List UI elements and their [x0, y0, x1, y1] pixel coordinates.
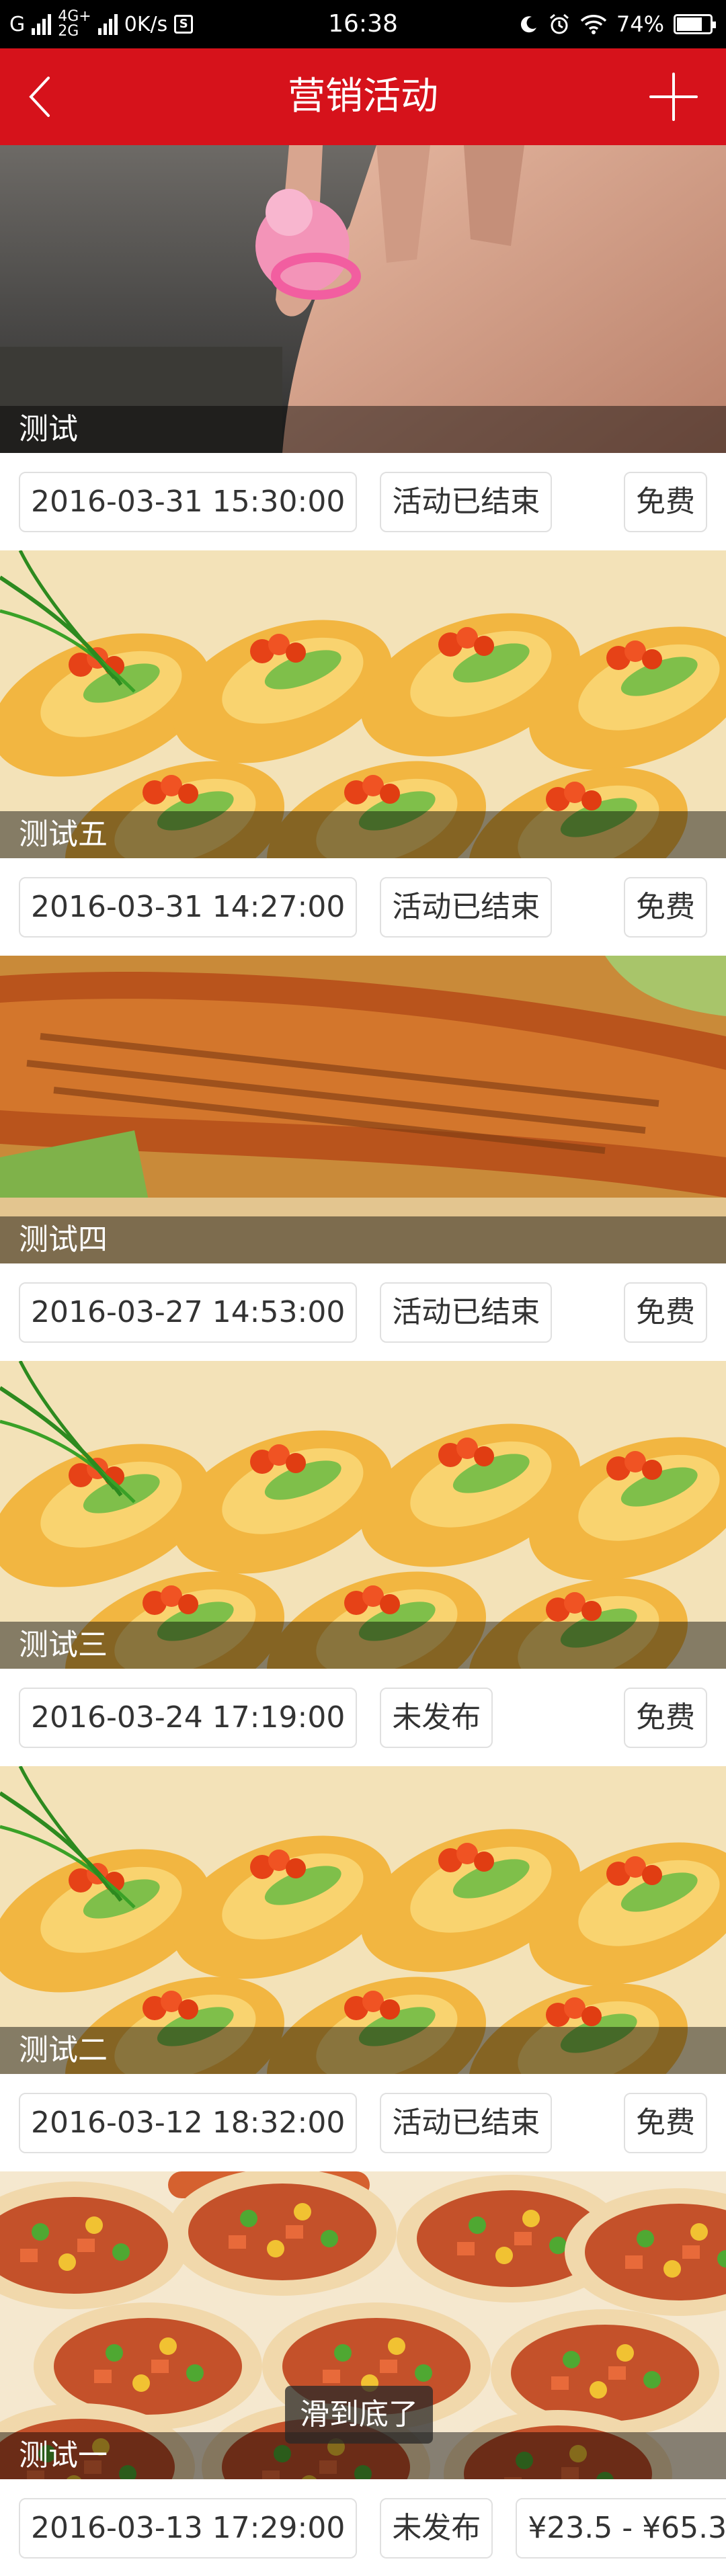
- activity-price: 免费: [624, 876, 707, 938]
- activity-meta: 2016-03-24 17:19:00 未发布 免费: [0, 1669, 726, 1766]
- activity-item[interactable]: 测试二 2016-03-12 18:32:00 活动已结束 免费: [0, 1766, 726, 2171]
- activity-banner[interactable]: 测试二: [0, 1766, 726, 2074]
- moon-icon: [520, 16, 536, 33]
- activity-item[interactable]: 测试四 2016-03-27 14:53:00 活动已结束 免费: [0, 956, 726, 1361]
- activity-meta: 2016-03-31 15:30:00 活动已结束 免费: [0, 453, 726, 550]
- status-right: 74%: [520, 0, 716, 48]
- activity-banner[interactable]: 测试三: [0, 1361, 726, 1669]
- activity-meta: 2016-03-13 17:29:00 未发布 ¥23.5 - ¥65.3: [0, 2479, 726, 2576]
- activity-banner[interactable]: 测试五: [0, 550, 726, 858]
- activity-list: 测试 2016-03-31 15:30:00 活动已结束 免费 测试五 2016…: [0, 145, 726, 2576]
- plus-icon: [649, 73, 698, 121]
- activity-item[interactable]: 测试三 2016-03-24 17:19:00 未发布 免费: [0, 1361, 726, 1766]
- activity-datetime: 2016-03-24 17:19:00: [19, 1687, 358, 1748]
- activity-status: 活动已结束: [380, 1282, 553, 1343]
- status-bar: G 4G+ 2G 0K/s S 16:38 74%: [0, 0, 726, 48]
- activity-meta: 2016-03-27 14:53:00 活动已结束 免费: [0, 1263, 726, 1361]
- wifi-icon: [580, 15, 607, 34]
- battery-percent: 74%: [616, 11, 664, 37]
- activity-datetime: 2016-03-31 14:27:00: [19, 876, 358, 938]
- activity-status: 活动已结束: [380, 2092, 553, 2153]
- add-button[interactable]: [648, 71, 699, 122]
- activity-datetime: 2016-03-13 17:29:00: [19, 2497, 358, 2559]
- activity-item[interactable]: 测试五 2016-03-31 14:27:00 活动已结束 免费: [0, 550, 726, 956]
- activity-price: 免费: [624, 1282, 707, 1343]
- activity-price: 免费: [624, 1687, 707, 1748]
- alarm-icon: [549, 13, 569, 34]
- activity-name: 测试二: [0, 2027, 726, 2074]
- activity-item[interactable]: 测试 2016-03-31 15:30:00 活动已结束 免费: [0, 145, 726, 550]
- battery-level: [677, 17, 702, 31]
- activity-datetime: 2016-03-12 18:32:00: [19, 2092, 358, 2153]
- activity-status: 未发布: [380, 1687, 493, 1748]
- activity-name: 测试四: [0, 1216, 726, 1263]
- activity-datetime: 2016-03-31 15:30:00: [19, 471, 358, 532]
- activity-banner[interactable]: 测试: [0, 145, 726, 453]
- activity-name: 测试: [0, 406, 726, 453]
- app-header: 营销活动: [0, 48, 726, 145]
- activity-meta: 2016-03-12 18:32:00 活动已结束 免费: [0, 2074, 726, 2171]
- activity-price: 免费: [624, 2092, 707, 2153]
- activity-item[interactable]: 测试一 2016-03-13 17:29:00 未发布 ¥23.5 - ¥65.…: [0, 2171, 726, 2576]
- activity-price: 免费: [624, 471, 707, 532]
- activity-datetime: 2016-03-27 14:53:00: [19, 1282, 358, 1343]
- battery-icon: [674, 14, 716, 34]
- activity-status: 活动已结束: [380, 876, 553, 938]
- page-title: 营销活动: [288, 75, 438, 118]
- activity-banner[interactable]: 测试四: [0, 956, 726, 1263]
- activity-status: 未发布: [380, 2497, 493, 2559]
- activity-name: 测试五: [0, 811, 726, 858]
- activity-name: 测试三: [0, 1622, 726, 1669]
- activity-status: 活动已结束: [380, 471, 553, 532]
- activity-meta: 2016-03-31 14:27:00 活动已结束 免费: [0, 858, 726, 956]
- end-of-list-toast: 滑到底了: [285, 2386, 433, 2444]
- activity-price: ¥23.5 - ¥65.3: [516, 2497, 726, 2559]
